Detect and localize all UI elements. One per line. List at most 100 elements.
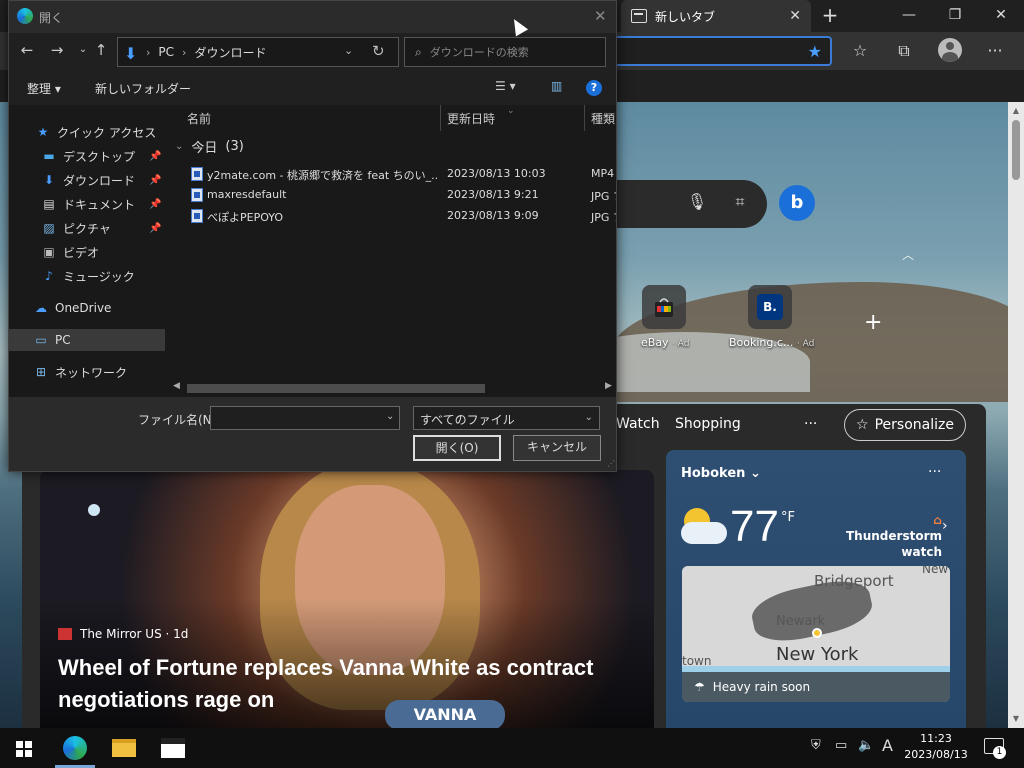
back-arrow-icon[interactable]: ← bbox=[17, 41, 37, 63]
nav-quick-access[interactable]: ★ クイック アクセス bbox=[9, 121, 165, 143]
tab-new-tab[interactable]: 新しいタブ ✕ bbox=[621, 0, 811, 32]
organize-menu[interactable]: 整理 ▾ bbox=[27, 80, 61, 97]
nav-videos[interactable]: ▣ ビデオ bbox=[9, 241, 165, 263]
chevron-right-icon[interactable]: › bbox=[942, 518, 948, 534]
scroll-up-icon[interactable]: ▲ bbox=[1008, 106, 1024, 115]
cancel-button[interactable]: キャンセル bbox=[513, 435, 601, 461]
open-button[interactable]: 開く(O) bbox=[413, 435, 501, 461]
favorites-icon[interactable]: ☆ bbox=[848, 40, 872, 64]
column-divider[interactable] bbox=[584, 105, 585, 131]
view-options-icon[interactable]: ☰ ▾ bbox=[495, 79, 516, 93]
column-divider[interactable] bbox=[440, 105, 441, 131]
preview-pane-icon[interactable]: ▥ bbox=[551, 79, 562, 93]
column-header-name[interactable]: 名前 bbox=[187, 107, 211, 131]
file-row[interactable]: y2mate.com - 桃源郷で救済を feat ちのい_... 2023/0… bbox=[165, 164, 616, 185]
collections-icon[interactable]: ⧉ bbox=[892, 40, 916, 64]
new-folder-button[interactable]: 新しいフォルダー bbox=[95, 80, 191, 97]
nav-music[interactable]: ♪ ミュージック bbox=[9, 265, 165, 287]
nav-network[interactable]: ⊞ ネットワーク bbox=[9, 361, 165, 383]
filter-dropdown-icon: ⌄ bbox=[584, 412, 593, 423]
nav-item-label: ドキュメント bbox=[63, 197, 136, 212]
forward-arrow-icon[interactable]: → bbox=[47, 41, 67, 63]
quicklink-booking[interactable]: B. bbox=[748, 285, 792, 329]
volume-muted-icon[interactable]: 🔈 bbox=[858, 738, 874, 753]
more-icon[interactable]: ··· bbox=[983, 40, 1007, 64]
download-folder-icon: ⬇ bbox=[124, 44, 138, 63]
file-row[interactable]: maxresdefault 2023/08/13 9:21 JPG フ bbox=[165, 185, 616, 206]
weather-more-icon[interactable]: ··· bbox=[928, 464, 941, 480]
scroll-down-icon[interactable]: ▼ bbox=[1008, 714, 1024, 723]
file-type: JPG フ bbox=[591, 190, 616, 203]
add-quicklink-icon[interactable]: + bbox=[864, 310, 882, 335]
tab-close-icon[interactable]: ✕ bbox=[789, 8, 801, 24]
scrollbar-thumb[interactable] bbox=[1012, 120, 1020, 180]
resize-grip-icon[interactable]: ⋰ bbox=[607, 459, 615, 468]
network-tray-icon[interactable]: ▭ bbox=[835, 738, 847, 753]
filename-input[interactable] bbox=[210, 406, 400, 430]
dialog-search-field[interactable]: ⌕ bbox=[404, 37, 606, 67]
start-button[interactable] bbox=[0, 728, 48, 768]
pc-icon: ▭ bbox=[35, 333, 47, 347]
filename-dropdown-icon[interactable]: ⌄ bbox=[386, 411, 394, 422]
nav-item-label: ダウンロード bbox=[63, 173, 136, 188]
personalize-button[interactable]: ☆ Personalize bbox=[844, 409, 966, 441]
restore-button[interactable]: ❐ bbox=[932, 0, 978, 32]
weather-map[interactable]: Bridgeport New Newark New York town ☂ He… bbox=[682, 566, 950, 702]
breadcrumb-downloads[interactable]: ダウンロード bbox=[194, 44, 266, 61]
pin-icon: 📌 bbox=[149, 198, 162, 210]
file-type-filter[interactable]: すべてのファイル ⌄ bbox=[413, 406, 600, 430]
feed-more-icon[interactable]: ··· bbox=[804, 416, 817, 432]
feed-tab-shopping[interactable]: Shopping bbox=[675, 416, 741, 432]
horizontal-scroll-thumb[interactable] bbox=[187, 384, 485, 393]
nav-pictures[interactable]: ▨ ピクチャ 📌 bbox=[9, 217, 165, 239]
breadcrumb-pc[interactable]: PC bbox=[158, 45, 174, 59]
group-header-today[interactable]: ⌄ 今日 (3) bbox=[175, 137, 244, 156]
dialog-close-icon[interactable]: ✕ bbox=[594, 7, 607, 25]
bing-chat-button[interactable]: b bbox=[779, 185, 815, 221]
visual-search-icon[interactable]: ⌗ bbox=[729, 192, 751, 214]
group-count: (3) bbox=[225, 139, 244, 154]
path-dropdown-icon[interactable]: ⌄ bbox=[344, 44, 353, 57]
hero-headline[interactable]: Wheel of Fortune replaces Vanna White as… bbox=[58, 652, 638, 716]
nav-item-label: ビデオ bbox=[63, 245, 100, 260]
nav-documents[interactable]: ▤ ドキュメント 📌 bbox=[9, 193, 165, 215]
collapse-group-icon[interactable]: ⌄ bbox=[175, 141, 183, 152]
new-tab-button[interactable]: + bbox=[818, 4, 842, 28]
clock[interactable]: 11:23 2023/08/13 bbox=[900, 731, 972, 763]
scroll-left-icon[interactable]: ◀ bbox=[173, 381, 180, 391]
feed-tab-watch[interactable]: Watch bbox=[616, 416, 660, 432]
scroll-right-icon[interactable]: ▶ bbox=[605, 381, 612, 391]
security-shield-icon[interactable]: ⛨ bbox=[811, 738, 821, 753]
ime-indicator[interactable]: A bbox=[882, 736, 893, 755]
close-window-button[interactable]: ✕ bbox=[978, 0, 1024, 32]
download-icon: ⬇ bbox=[43, 173, 55, 187]
weather-city[interactable]: Hoboken ⌄ bbox=[681, 466, 761, 481]
address-bar[interactable]: ★ bbox=[610, 36, 832, 66]
dialog-search-input[interactable] bbox=[429, 45, 590, 59]
hero-news-card[interactable]: VANNA The Mirror US · 1d Wheel of Fortun… bbox=[40, 470, 654, 728]
favorite-star-icon[interactable]: ★ bbox=[808, 42, 822, 61]
microphone-icon[interactable]: 🎙 bbox=[686, 192, 708, 214]
horizontal-scrollbar[interactable]: ◀ ▶ bbox=[173, 381, 616, 395]
nav-desktop[interactable]: ▬ デスクトップ 📌 bbox=[9, 145, 165, 167]
nav-downloads[interactable]: ⬇ ダウンロード 📌 bbox=[9, 169, 165, 191]
dialog-command-bar: 整理 ▾ 新しいフォルダー ☰ ▾ ▥ ? bbox=[9, 71, 616, 105]
nav-onedrive[interactable]: ☁ OneDrive bbox=[9, 297, 165, 319]
profile-avatar[interactable] bbox=[938, 38, 962, 62]
file-row[interactable]: べぽよPEPOYO 2023/08/13 9:09 JPG フ bbox=[165, 206, 616, 227]
breadcrumb[interactable]: ⬇ › PC › ダウンロード ⌄ ↻ bbox=[117, 37, 399, 67]
collapse-chevron-icon[interactable]: ︿ bbox=[902, 246, 914, 263]
nav-pc[interactable]: ▭ PC bbox=[9, 329, 165, 351]
help-icon[interactable]: ? bbox=[586, 80, 602, 96]
column-header-date[interactable]: 更新日時 bbox=[447, 107, 495, 131]
weather-card[interactable]: Hoboken ⌄ ··· 77 °F ⌂ Thunderstorm watch… bbox=[666, 450, 966, 728]
weather-alert[interactable]: ⌂ Thunderstorm watch bbox=[838, 512, 942, 560]
minimize-button[interactable]: — bbox=[886, 0, 932, 32]
refresh-icon[interactable]: ↻ bbox=[372, 42, 385, 60]
quicklink-ebay[interactable] bbox=[642, 285, 686, 329]
up-arrow-icon[interactable]: ↑ bbox=[91, 41, 111, 63]
recent-locations-chevron-icon[interactable]: ⌄ bbox=[73, 44, 93, 66]
page-scrollbar[interactable]: ▲ ▼ bbox=[1008, 102, 1024, 728]
storm-alert-icon: ⌂ bbox=[933, 513, 942, 527]
column-header-type[interactable]: 種類 bbox=[591, 107, 615, 131]
